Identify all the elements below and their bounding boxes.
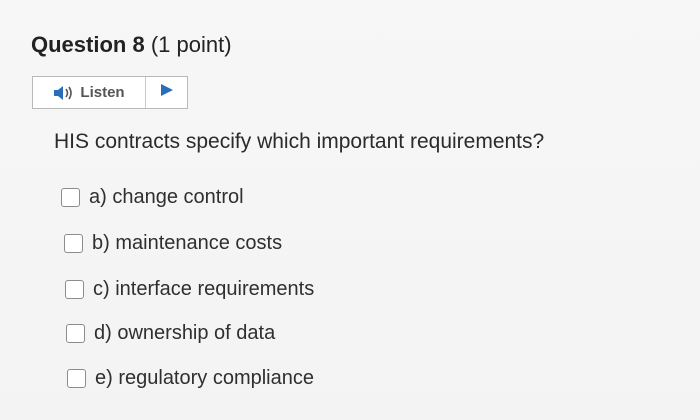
option-a-label: a) change control bbox=[89, 186, 244, 208]
question-number: Question 8 bbox=[31, 32, 145, 57]
option-c[interactable]: c) interface requirements bbox=[65, 278, 314, 301]
play-icon bbox=[160, 83, 174, 102]
option-a-checkbox[interactable] bbox=[61, 188, 80, 207]
listen-label: Listen bbox=[80, 84, 125, 101]
option-b-label: b) maintenance costs bbox=[92, 232, 283, 254]
speaker-icon bbox=[53, 85, 75, 101]
listen-button[interactable]: Listen bbox=[33, 77, 146, 108]
play-button[interactable] bbox=[146, 77, 187, 108]
option-b[interactable]: b) maintenance costs bbox=[64, 232, 282, 255]
listen-toolbar: Listen bbox=[32, 76, 188, 109]
option-c-checkbox[interactable] bbox=[65, 280, 84, 299]
question-prompt: HIS contracts specify which important re… bbox=[54, 130, 545, 153]
option-e-label: e) regulatory compliance bbox=[95, 367, 314, 389]
option-a[interactable]: a) change control bbox=[61, 186, 244, 209]
question-title: Question 8 (1 point) bbox=[31, 32, 232, 58]
option-e-checkbox[interactable] bbox=[67, 369, 86, 388]
option-c-label: c) interface requirements bbox=[93, 278, 315, 300]
option-d-label: d) ownership of data bbox=[94, 322, 276, 344]
option-e[interactable]: e) regulatory compliance bbox=[67, 367, 314, 390]
option-d-checkbox[interactable] bbox=[66, 324, 85, 343]
option-b-checkbox[interactable] bbox=[64, 234, 83, 253]
option-d[interactable]: d) ownership of data bbox=[66, 322, 275, 345]
question-points: (1 point) bbox=[150, 32, 232, 57]
